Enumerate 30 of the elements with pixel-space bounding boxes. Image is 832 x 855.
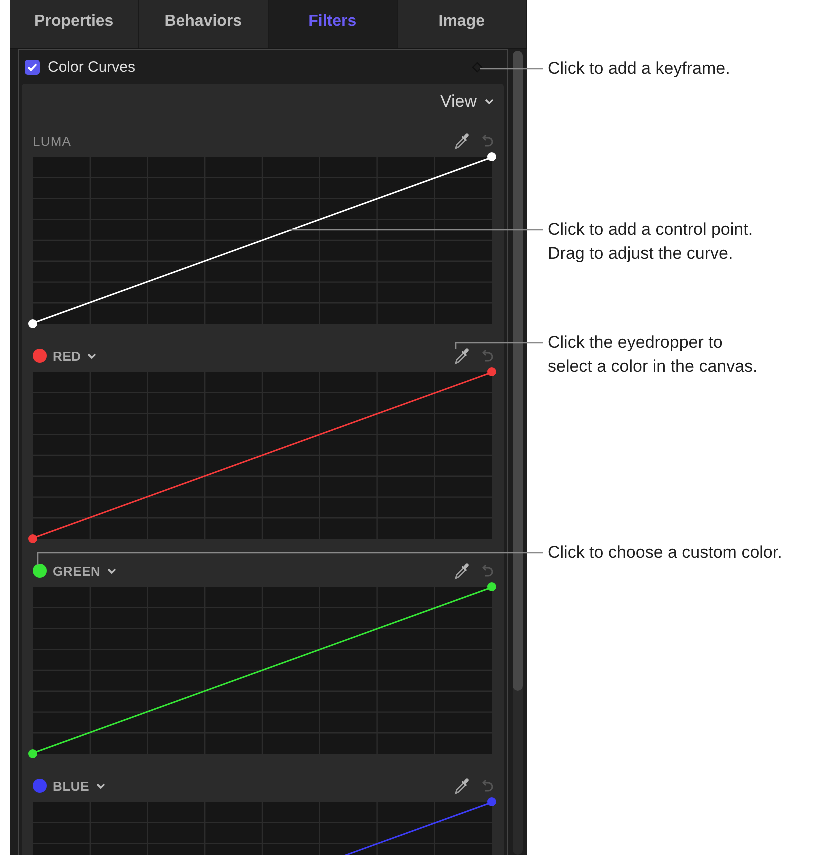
callout-text: Click to add a keyframe. [548, 58, 730, 80]
chevron-down-icon[interactable] [106, 568, 117, 574]
eyedropper-icon[interactable] [454, 562, 470, 580]
scroll-bar[interactable] [513, 51, 523, 855]
channel-label: GREEN [53, 564, 101, 578]
chevron-down-icon[interactable] [96, 782, 106, 790]
callout-text: Click to choose a custom color. [548, 542, 782, 564]
callout-text: Click the eyedropper to select a color in the canvas. [548, 332, 758, 378]
keyframe-diamond-icon[interactable] [472, 62, 483, 72]
checkbox[interactable] [25, 60, 40, 74]
control-point[interactable] [488, 152, 496, 162]
chevron-down-icon[interactable] [87, 352, 98, 360]
control-point[interactable] [488, 582, 496, 592]
channel-label: LUMA [33, 134, 72, 148]
eyedropper-icon[interactable] [454, 777, 470, 795]
chevron-down-icon [485, 99, 494, 105]
color-swatch[interactable] [33, 564, 47, 578]
tab[interactable]: Filters [268, 0, 398, 48]
callout-text: Click to add a control point. Drag to adjust the curve. [548, 219, 754, 265]
filter-title: Color Curves [48, 58, 136, 76]
view-menu[interactable]: View [440, 92, 494, 112]
channel-label: RED [53, 348, 82, 364]
leader-line [480, 68, 543, 70]
channel-label: BLUE [53, 778, 90, 794]
eyedropper-icon[interactable] [454, 347, 470, 365]
control-point[interactable] [28, 750, 38, 758]
eyedropper-icon[interactable] [454, 132, 470, 150]
control-point[interactable] [28, 320, 38, 328]
color-swatch[interactable] [33, 779, 47, 793]
color-swatch[interactable] [33, 349, 47, 363]
